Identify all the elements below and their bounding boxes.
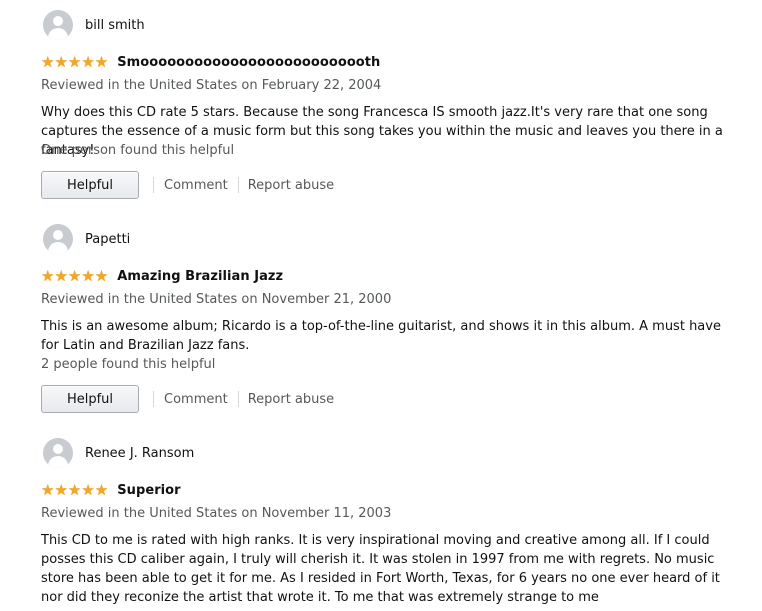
star-rating-icon: ★★★★★ [41,266,109,285]
reviewer-profile[interactable]: Papetti [43,224,130,254]
review-title[interactable]: Smoooooooooooooooooooooooooth [117,55,380,70]
user-avatar-icon [43,10,73,40]
review-date: Reviewed in the United States on Februar… [41,78,382,93]
review-actions: Helpful Comment Report abuse [41,170,334,200]
report-abuse-link[interactable]: Report abuse [248,178,334,193]
reviewer-name: Renee J. Ransom [85,445,195,461]
rating-row: ★★★★★ Amazing Brazilian Jazz [41,266,283,286]
review-body: This CD to me is rated with high ranks. … [41,533,720,605]
review-date: Reviewed in the United States on Novembe… [41,292,392,307]
report-abuse-link[interactable]: Report abuse [248,392,334,407]
reviewer-profile[interactable]: Renee J. Ransom [43,438,194,468]
reviewer-name: bill smith [85,17,145,33]
helpful-count: 2 people found this helpful [41,357,216,372]
star-rating-icon: ★★★★★ [41,52,109,71]
review-title[interactable]: Amazing Brazilian Jazz [117,269,283,284]
rating-row: ★★★★★ Smoooooooooooooooooooooooooth [41,52,380,72]
review-body: This is an awesome album; Ricardo is a t… [41,319,721,353]
divider [153,177,154,193]
helpful-button[interactable]: Helpful [41,171,139,199]
star-rating-icon: ★★★★★ [41,480,109,499]
comment-link[interactable]: Comment [164,392,228,407]
review-actions: Helpful Comment Report abuse [41,384,334,414]
comment-link[interactable]: Comment [164,178,228,193]
reviewer-name: Papetti [85,231,131,247]
divider [237,177,239,193]
helpful-count: One person found this helpful [41,143,235,158]
reviewer-profile[interactable]: bill smith [43,10,145,40]
user-avatar-icon [43,224,73,254]
divider [237,391,239,407]
rating-row: ★★★★★ Superior [41,480,181,500]
user-avatar-icon [43,438,73,468]
review-title[interactable]: Superior [117,483,180,498]
helpful-button[interactable]: Helpful [41,385,139,413]
divider [153,391,154,407]
review-date: Reviewed in the United States on Novembe… [41,506,392,521]
